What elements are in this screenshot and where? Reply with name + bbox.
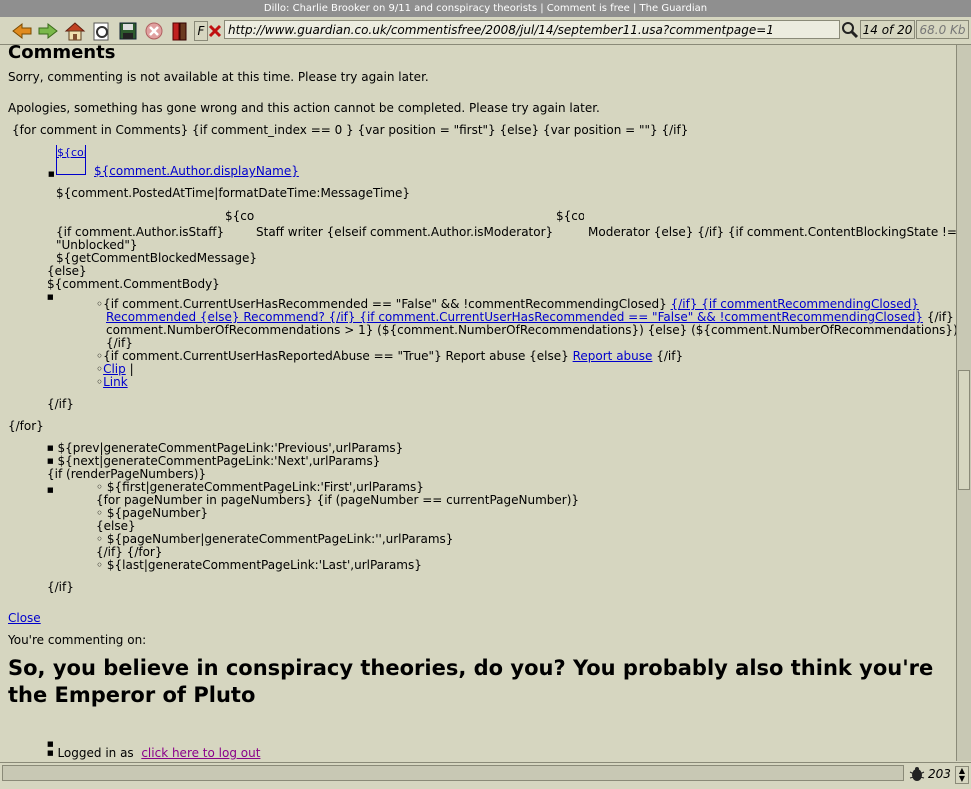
staff-line-b: Staff writer {elseif comment.Author.isMo… [256,225,554,239]
forward-button[interactable] [36,20,60,41]
staff-line-a: {if comment.Author.isStaff} [56,225,225,239]
clip-link[interactable]: Clip [103,362,126,376]
moderator-badge-placeholder: ${cor [556,209,584,223]
comment-body: ${comment.CommentBody} [47,277,220,291]
recommend-link-2[interactable]: Recommended {else} Recommend? {/if} {if … [106,310,923,324]
page-link-text: ${pageNumber|generateCommentPageLink:'',… [106,532,454,546]
avatar-text: ${cor [57,146,86,159]
bug-icon[interactable] [908,766,926,782]
article-title: So, you believe in conspiracy theories, … [8,656,934,707]
else-text: {else} [47,264,87,278]
apology-message: Apologies, something has gone wrong and … [8,101,600,115]
status-bar: 203 ▲ ▼ [0,762,971,789]
clip-separator: | [129,362,134,376]
page-number-item: ◦ ${pageNumber} [96,506,208,520]
endif-text-2: {/if} [47,580,74,594]
prev-text: ${prev|generateCommentPageLink:'Previous… [57,441,404,455]
last-item: ◦ ${last|generateCommentPageLink:'Last',… [96,558,422,572]
staff-line-c: Moderator {else} {/if} {if comment.Conte… [588,225,956,239]
recommend-condition: {if comment.CurrentUserHasRecommended ==… [103,297,667,311]
author-link[interactable]: ${comment.Author.displayName} [94,164,299,178]
else-text-2: {else} [96,519,136,533]
save-button[interactable] [116,20,140,41]
reload-button[interactable] [90,20,114,41]
abuse-endif: {/if} [656,349,684,363]
endif-text: {/if} [47,397,74,411]
page-number-text: ${pageNumber} [106,506,208,520]
page-size: 68.0 Kb [916,20,969,39]
stop-button[interactable] [142,20,166,41]
home-button[interactable] [63,20,87,41]
clear-url-button[interactable] [208,20,222,41]
forward-arrow-icon [38,22,58,39]
reload-icon [93,22,109,40]
stop-icon [145,22,163,39]
bookmarks-icon [172,22,187,40]
vertical-scrollbar[interactable] [956,45,971,761]
clip-line: ◦Clip | [96,362,134,376]
template-for-line: {for comment in Comments} {if comment_in… [12,123,689,137]
logged-in-item: Logged in as click here to log out [47,746,260,760]
endif-for-text: {/if} {/for} [96,545,163,559]
first-text: ${first|generateCommentPageLink:'First',… [106,480,424,494]
recommend-endif: {/if} {if [926,310,956,324]
scrollbar-thumb[interactable] [958,370,970,490]
home-icon [64,21,86,40]
last-text: ${last|generateCommentPageLink:'Last',ur… [106,558,422,572]
abuse-condition: {if comment.CurrentUserHasReportedAbuse … [103,349,569,363]
bookmarks-button[interactable] [168,20,192,41]
sorry-message: Sorry, commenting is not available at th… [8,70,429,84]
recommend-count: comment.NumberOfRecommendations > 1} (${… [106,323,956,337]
for-page-text: {for pageNumber in pageNumbers} {if (pag… [96,493,580,507]
page-counter: 14 of 20 [860,20,915,39]
status-count: 203 [928,767,951,781]
next-text: ${next|generateCommentPageLink:'Next',ur… [57,454,381,468]
recommend-line-b: Recommended {else} Recommend? {/if} {if … [106,310,956,324]
url-input[interactable]: http://www.guardian.co.uk/commentisfree/… [224,20,840,39]
page-content: Comments Sorry, commenting is not availa… [0,45,956,761]
unblocked-text: "Unblocked"} [56,238,138,252]
if-render-text: {if (renderPageNumbers)} [47,467,207,481]
first-item: ◦ ${first|generateCommentPageLink:'First… [96,480,424,494]
search-button[interactable] [841,21,859,39]
abuse-line: ◦{if comment.CurrentUserHasReportedAbuse… [96,349,684,363]
avatar[interactable]: ${cor [56,145,86,175]
recommend-link-1[interactable]: {/if} {if commentRecommendingClosed} [671,297,919,311]
horizontal-scrollbar[interactable] [2,765,904,781]
prev-item: ${prev|generateCommentPageLink:'Previous… [47,441,403,455]
report-abuse-link[interactable]: Report abuse [573,349,653,363]
permalink-link[interactable]: Link [103,375,128,389]
bullet [47,290,54,304]
floppy-disk-icon [119,22,137,39]
next-item: ${next|generateCommentPageLink:'Next',ur… [47,454,380,468]
find-button[interactable]: F [194,21,208,41]
recommend-line-a: ◦{if comment.CurrentUserHasRecommended =… [96,297,919,311]
close-link[interactable]: Close [8,611,41,625]
logged-in-label: Logged in as [57,746,134,760]
blocked-message: ${getCommentBlockedMessage} [56,251,258,265]
resize-handle-icon[interactable]: ▲ ▼ [955,766,969,784]
back-button[interactable] [10,20,34,41]
search-icon [842,22,859,39]
bullet [48,167,55,181]
link-line: ◦Link [96,375,128,389]
close-icon [208,24,222,37]
bullet [47,483,54,497]
page-link-item: ◦ ${pageNumber|generateCommentPageLink:'… [96,532,454,546]
staff-badge-placeholder: ${cor [225,209,255,223]
comments-heading: Comments [8,45,116,63]
back-arrow-icon [12,22,32,39]
commenting-on-label: You're commenting on: [8,633,147,647]
window-title: Dillo: Charlie Brooker on 9/11 and consp… [0,0,971,18]
logout-link[interactable]: click here to log out [141,746,260,760]
recommend-endif-2: {/if} [106,336,133,350]
endfor-text: {/for} [8,419,44,433]
posted-time: ${comment.PostedAtTime|formatDateTime:Me… [56,186,411,200]
